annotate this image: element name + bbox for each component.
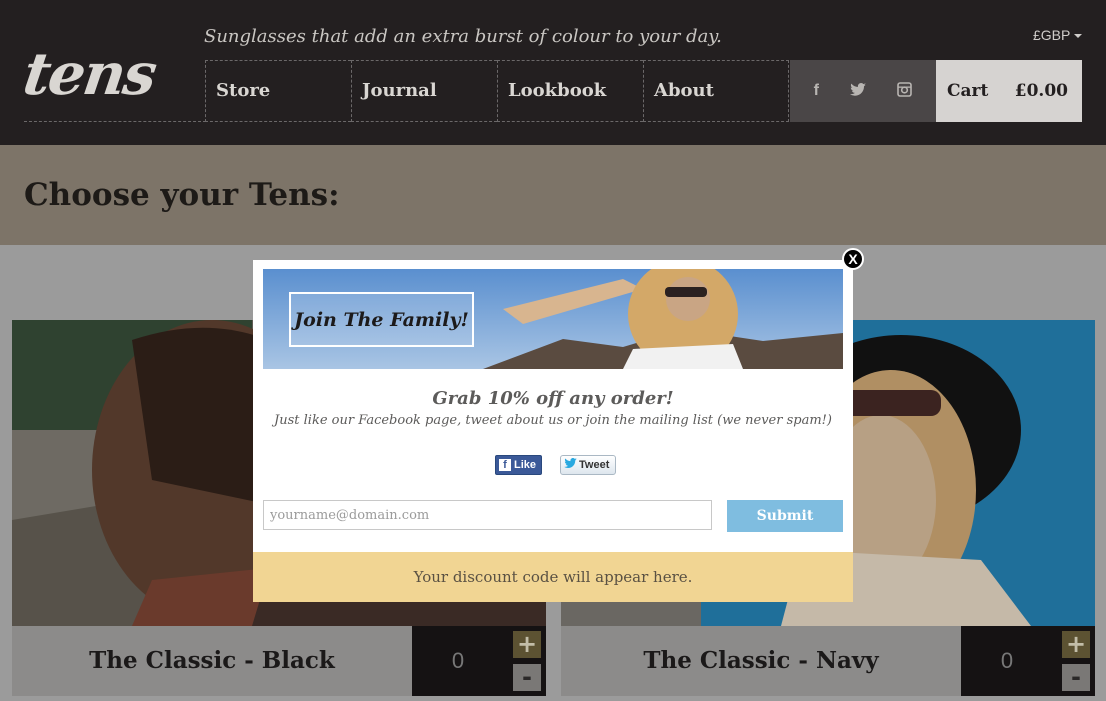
tagline: Sunglasses that add an extra burst of co… (204, 26, 722, 47)
chevron-down-icon (1074, 34, 1083, 39)
nav-lookbook[interactable]: Lookbook (497, 60, 643, 122)
product-bar: The Classic - Black 0 + - (12, 626, 546, 696)
modal-banner: Join The Family! (263, 269, 843, 369)
discount-code-area: Your discount code will appear here. (253, 552, 853, 602)
cart-button[interactable]: Cart £0.00 (936, 60, 1082, 122)
product-name[interactable]: The Classic - Navy (561, 626, 961, 696)
cart-total: £0.00 (1014, 81, 1068, 101)
site-header: tens Sunglasses that add an extra burst … (0, 0, 1106, 145)
main-nav: Store Journal Lookbook About (205, 60, 789, 122)
discount-modal: Join The Family! Grab 10% off any order!… (253, 260, 853, 602)
social-links: f (790, 60, 936, 122)
increment-button[interactable]: + (513, 631, 541, 658)
offer-subtext: Just like our Facebook page, tweet about… (274, 413, 832, 428)
currency-label: £GBP (1033, 27, 1071, 43)
like-label: Like (514, 459, 537, 471)
tweet-button[interactable]: Tweet (560, 455, 616, 475)
decrement-button[interactable]: - (513, 664, 541, 691)
nav-about[interactable]: About (643, 60, 789, 122)
quantity-value: 0 (1000, 648, 1014, 673)
logo-divider (24, 121, 206, 122)
logo[interactable]: tens (19, 40, 159, 108)
close-button[interactable]: X (842, 248, 864, 270)
twitter-icon[interactable] (850, 82, 867, 101)
product-bar: The Classic - Navy 0 + - (561, 626, 1095, 696)
twitter-icon (564, 458, 577, 472)
join-family-label: Join The Family! (289, 292, 474, 347)
facebook-icon[interactable]: f (814, 82, 819, 100)
choose-section: Choose your Tens: (0, 145, 1106, 245)
decrement-button[interactable]: - (1062, 664, 1090, 691)
currency-selector[interactable]: £GBP (1033, 27, 1083, 43)
offer-headline: Grab 10% off any order! (432, 388, 674, 409)
page-title: Choose your Tens: (24, 177, 340, 213)
nav-journal[interactable]: Journal (351, 60, 497, 122)
increment-button[interactable]: + (1062, 631, 1090, 658)
quantity-value: 0 (451, 648, 465, 673)
cart-label: Cart (947, 81, 989, 101)
submit-button[interactable]: Submit (727, 500, 843, 532)
quantity-stepper: 0 + - (961, 626, 1095, 696)
facebook-icon: f (499, 459, 511, 471)
facebook-like-button[interactable]: f Like (495, 455, 542, 475)
instagram-icon[interactable] (897, 81, 913, 101)
email-field[interactable] (263, 500, 712, 530)
quantity-stepper: 0 + - (412, 626, 546, 696)
nav-store[interactable]: Store (205, 60, 351, 122)
product-name[interactable]: The Classic - Black (12, 626, 412, 696)
tweet-label: Tweet (579, 459, 610, 471)
